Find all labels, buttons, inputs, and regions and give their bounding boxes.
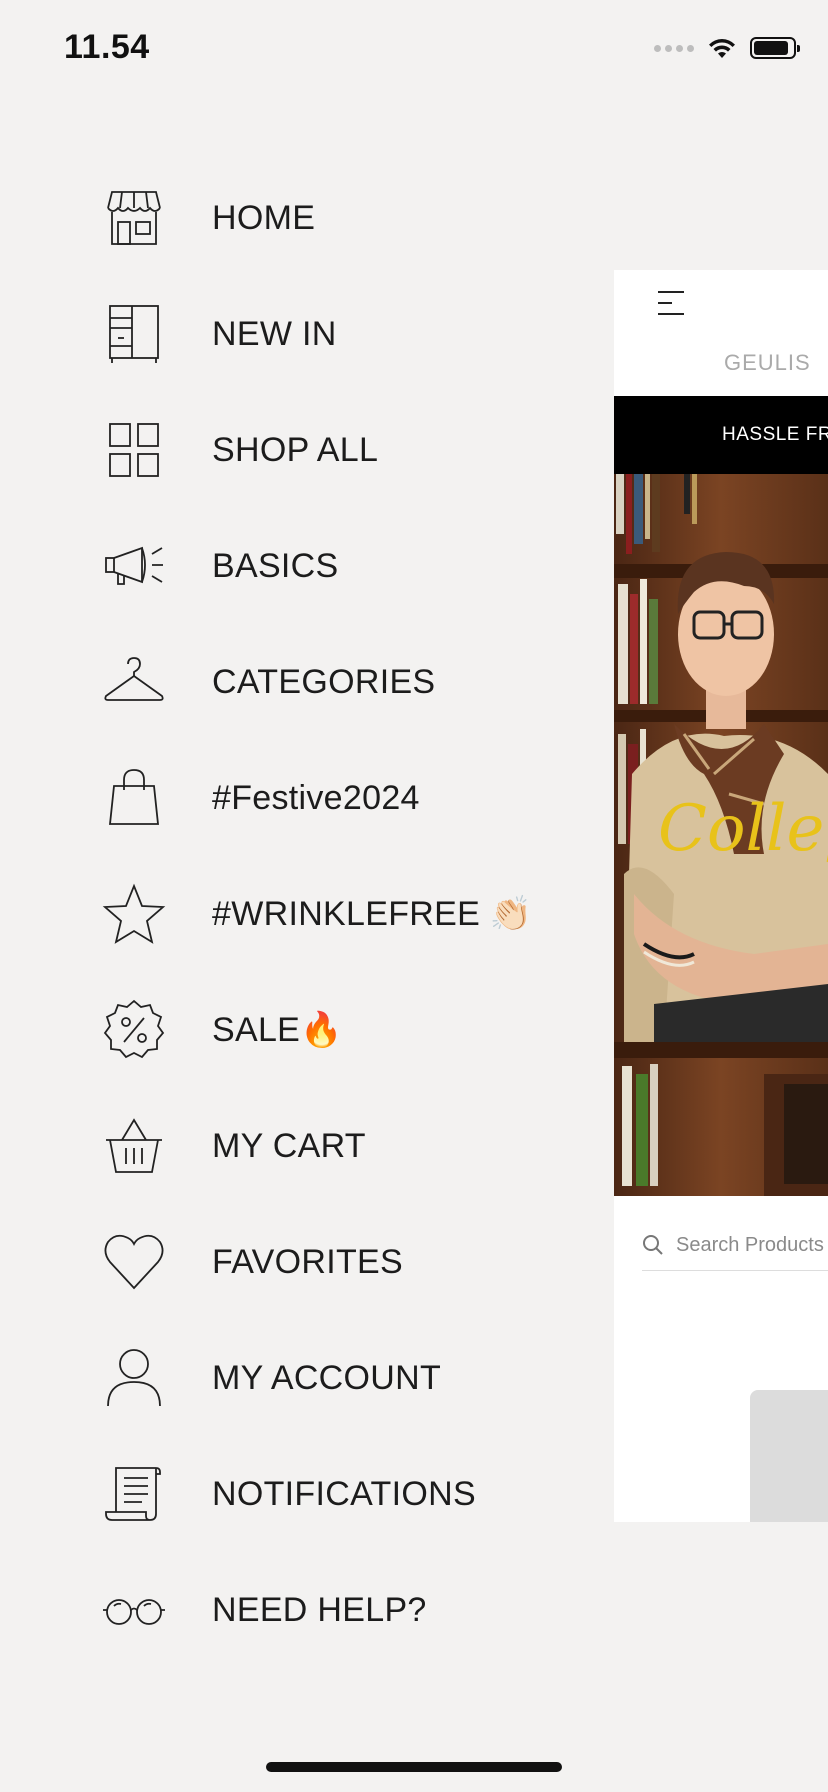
menu-item-notifications[interactable]: NOTIFICATIONS <box>0 1436 600 1552</box>
hamburger-menu-icon[interactable] <box>656 288 686 318</box>
hanger-icon <box>102 650 166 714</box>
wardrobe-icon <box>102 302 166 366</box>
side-menu: HOME NEW IN SHOP ALL BASICS CATEGORIES #… <box>0 160 600 1668</box>
hero-script-text: College <box>658 792 828 866</box>
cellular-signal-icon <box>654 44 694 52</box>
shopping-bag-icon <box>102 766 166 830</box>
menu-item-sale[interactable]: SALE🔥 <box>0 972 600 1088</box>
search-placeholder: Search Products <box>676 1233 824 1256</box>
menu-label-my-account: MY ACCOUNT <box>212 1358 442 1397</box>
menu-label-festive2024: #Festive2024 <box>212 778 420 817</box>
star-icon <box>102 882 166 946</box>
menu-item-festive2024[interactable]: #Festive2024 <box>0 740 600 856</box>
search-bar[interactable]: Search Products <box>642 1220 828 1271</box>
menu-item-favorites[interactable]: FAVORITES <box>0 1204 600 1320</box>
user-icon <box>102 1346 166 1410</box>
menu-label-favorites: FAVORITES <box>212 1242 403 1281</box>
menu-item-need-help[interactable]: NEED HELP? <box>0 1552 600 1668</box>
brand-logo-text[interactable]: GEULIS <box>724 350 811 376</box>
menu-label-home: HOME <box>212 198 316 237</box>
menu-label-my-cart: MY CART <box>212 1126 366 1165</box>
megaphone-icon <box>102 534 166 598</box>
menu-item-basics[interactable]: BASICS <box>0 508 600 624</box>
storefront-icon <box>102 186 166 250</box>
status-time: 11.54 <box>64 28 150 66</box>
battery-icon <box>750 37 800 59</box>
menu-label-notifications: NOTIFICATIONS <box>212 1474 476 1513</box>
menu-item-wrinklefree[interactable]: #WRINKLEFREE 👏🏻 <box>0 856 600 972</box>
home-indicator[interactable] <box>266 1762 562 1772</box>
menu-label-basics: BASICS <box>212 546 339 585</box>
grid-icon <box>102 418 166 482</box>
menu-label-sale: SALE🔥 <box>212 1011 343 1049</box>
menu-item-shop-all[interactable]: SHOP ALL <box>0 392 600 508</box>
screen: 11.54 HOME NEW IN SHOP ALL BASICS CATEGO… <box>0 0 828 1792</box>
scroll-icon <box>102 1462 166 1526</box>
heart-icon <box>102 1230 166 1294</box>
menu-item-my-account[interactable]: MY ACCOUNT <box>0 1320 600 1436</box>
promo-banner[interactable]: HASSLE FRE <box>614 396 828 474</box>
menu-label-shop-all: SHOP ALL <box>212 430 379 469</box>
menu-item-home[interactable]: HOME <box>0 160 600 276</box>
product-card-placeholder[interactable] <box>750 1390 828 1522</box>
status-icons <box>654 36 800 60</box>
hero-photo: College <box>614 474 828 1196</box>
menu-label-need-help: NEED HELP? <box>212 1590 427 1629</box>
search-icon <box>643 1235 663 1255</box>
glasses-icon <box>102 1578 166 1642</box>
discount-badge-icon <box>102 998 166 1062</box>
menu-item-new-in[interactable]: NEW IN <box>0 276 600 392</box>
basket-icon <box>102 1114 166 1178</box>
wifi-icon <box>709 39 735 58</box>
menu-label-categories: CATEGORIES <box>212 662 436 701</box>
menu-label-wrinklefree: #WRINKLEFREE 👏🏻 <box>212 895 533 933</box>
menu-label-new-in: NEW IN <box>212 314 337 353</box>
hero-banner-image[interactable]: College <box>614 474 828 1196</box>
main-content-preview[interactable]: GEULIS HASSLE FRE <box>614 270 828 1522</box>
menu-item-categories[interactable]: CATEGORIES <box>0 624 600 740</box>
menu-item-my-cart[interactable]: MY CART <box>0 1088 600 1204</box>
